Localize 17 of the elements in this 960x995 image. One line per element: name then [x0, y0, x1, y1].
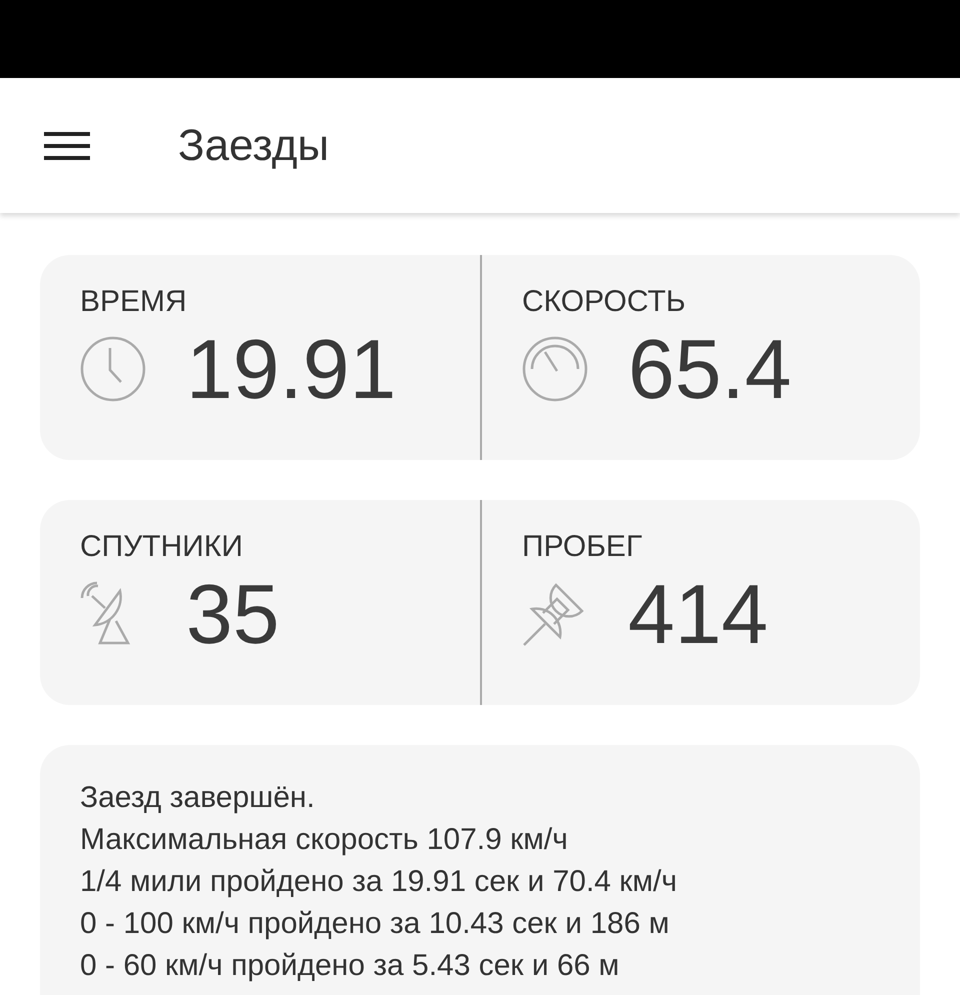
summary-line: 1/4 мили пройдено за 19.91 сек и 70.4 км/ч — [80, 864, 678, 900]
stat-label: СКОРОСТЬ — [522, 285, 686, 319]
stat-value: 65.4 — [628, 323, 792, 416]
clock-icon — [80, 336, 146, 402]
summary-line: Максимальная скорость 107.9 км/ч — [80, 822, 568, 858]
stat-value: 19.91 — [186, 323, 396, 416]
menu-icon[interactable] — [44, 130, 92, 162]
stat-value: 35 — [186, 568, 280, 660]
summary-line: 0 - 100 км/ч пройдено за 10.43 сек и 186 м — [80, 906, 670, 942]
stat-label: ВРЕМЯ — [80, 285, 187, 319]
summary-line: 0 - 60 км/ч пройдено за 5.43 сек и 66 м — [80, 948, 620, 984]
stat-value: 414 — [628, 568, 768, 660]
stat-label: ПРОБЕГ — [522, 530, 642, 564]
gauge-icon — [522, 336, 588, 402]
stat-label: СПУТНИКИ — [80, 530, 243, 564]
screen-title: Заезды — [178, 120, 330, 170]
summary-line: Заезд завершён. — [80, 780, 315, 816]
